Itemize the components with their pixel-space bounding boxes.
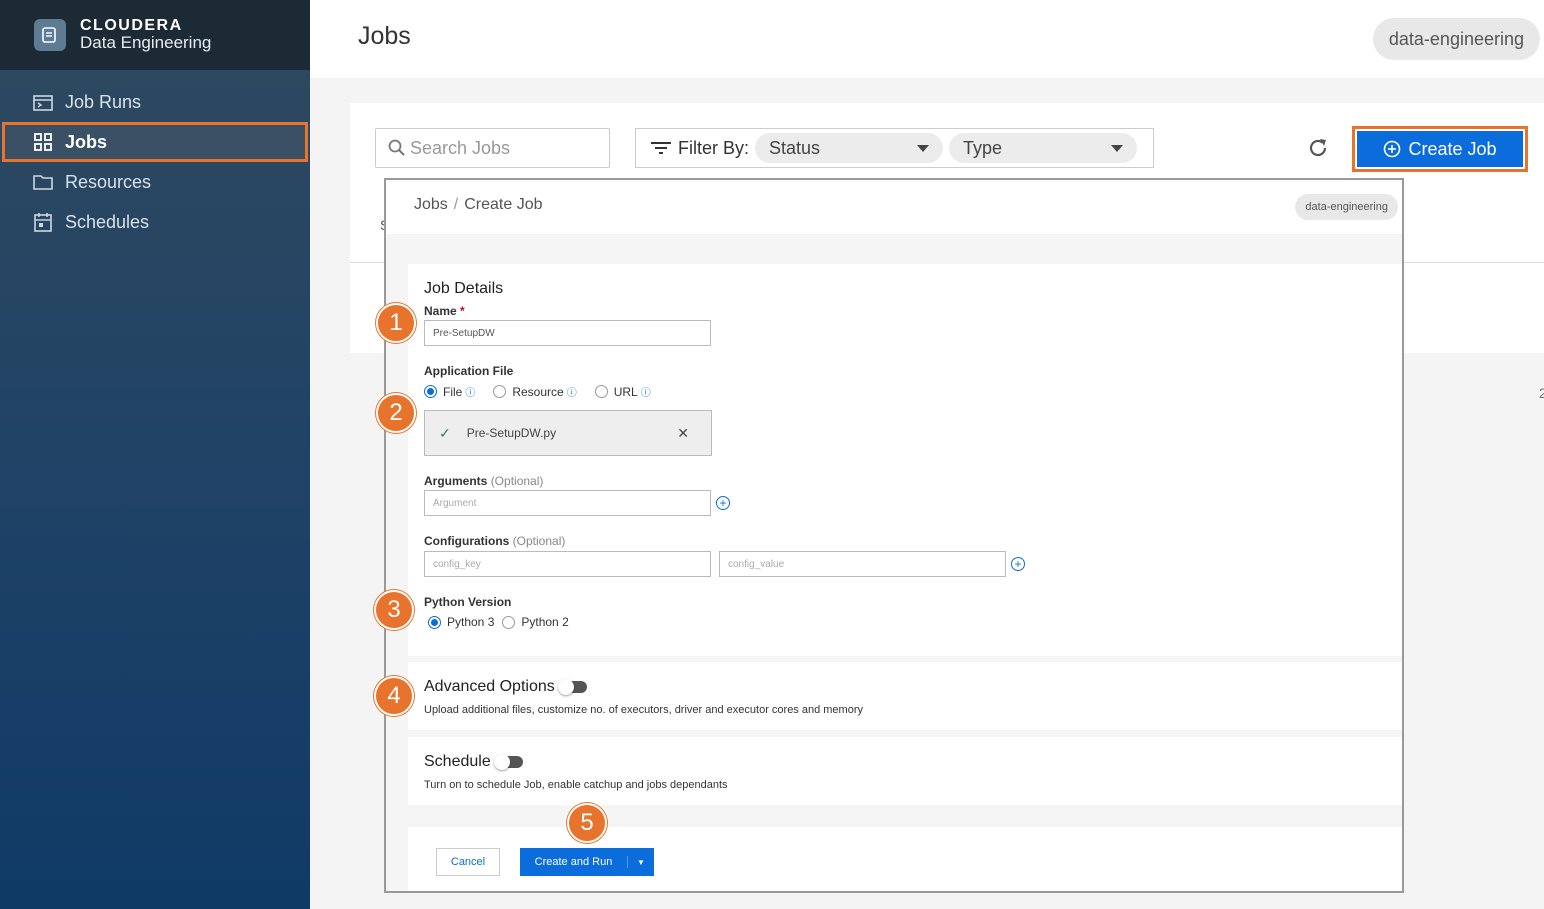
filter-label: Filter By: <box>678 137 750 158</box>
step-marker-5: 5 <box>567 803 607 843</box>
sidebar: CLOUDERA Data Engineering Job Runs Jobs … <box>0 0 310 909</box>
add-argument-icon[interactable]: + <box>716 496 730 510</box>
create-and-run-button[interactable]: Create and Run ▼ <box>520 848 654 876</box>
environment-badge[interactable]: data-engineering <box>1372 18 1540 60</box>
status-filter-dropdown[interactable]: Status <box>755 133 944 163</box>
schedule-toggle[interactable] <box>493 753 523 770</box>
configurations-label: Configurations (Optional) <box>424 534 566 548</box>
breadcrumb-jobs[interactable]: Jobs <box>414 196 448 213</box>
file-radio[interactable]: File ⓘ <box>424 384 475 399</box>
filter-bar: Filter By: Status Type <box>635 128 1154 168</box>
step-marker-4: 4 <box>374 676 414 716</box>
schedule-title: Schedule <box>424 753 523 771</box>
sidebar-item-label: Job Runs <box>65 91 142 112</box>
add-config-icon[interactable]: + <box>1011 557 1025 571</box>
python-version-label: Python Version <box>424 595 512 609</box>
form-actions: Cancel Create and Run ▼ <box>408 827 1402 891</box>
advanced-options-title: Advanced Options <box>424 678 587 696</box>
cancel-button[interactable]: Cancel <box>436 848 500 876</box>
create-and-run-label: Create and Run <box>520 856 628 868</box>
url-radio[interactable]: URL ⓘ <box>594 384 651 399</box>
step-marker-2: 2 <box>376 393 416 433</box>
sidebar-item-jobs[interactable]: Jobs <box>2 122 308 162</box>
info-icon: ⓘ <box>566 388 577 399</box>
info-icon: ⓘ <box>465 388 476 399</box>
status-filter-value: Status <box>769 137 821 158</box>
python-2-radio[interactable]: Python 2 <box>502 615 569 629</box>
sidebar-item-label: Schedules <box>65 211 150 232</box>
sidebar-nav: Job Runs Jobs Resources Schedules <box>0 82 310 242</box>
create-job-label: Create Job <box>1408 138 1497 159</box>
sidebar-item-job-runs[interactable]: Job Runs <box>0 82 310 122</box>
job-runs-icon <box>33 92 53 112</box>
config-key-input[interactable]: config_key <box>424 551 711 577</box>
application-file-label: Application File <box>424 364 514 378</box>
folder-icon <box>33 172 53 192</box>
create-job-button[interactable]: Create Job <box>1352 126 1528 172</box>
page-count-fragment: 2 <box>1539 385 1544 401</box>
brand-name: CLOUDERA <box>80 16 183 34</box>
type-filter-dropdown[interactable]: Type <box>949 133 1138 163</box>
calendar-icon <box>33 212 53 232</box>
chevron-down-icon[interactable]: ▼ <box>628 858 654 867</box>
grid-icon <box>33 132 53 152</box>
name-label: Name * <box>424 304 465 318</box>
name-input[interactable]: Pre-SetupDW <box>424 320 711 346</box>
uploaded-file: ✓ Pre-SetupDW.py ✕ <box>424 410 712 456</box>
cloudera-logo-icon <box>34 19 66 51</box>
type-filter-value: Type <box>963 137 1003 158</box>
search-input[interactable]: Search Jobs <box>375 128 610 168</box>
sidebar-item-label: Jobs <box>65 131 108 152</box>
resource-radio[interactable]: Resource ⓘ <box>493 384 577 399</box>
step-marker-1: 1 <box>376 303 416 343</box>
page-title: Jobs <box>358 22 411 50</box>
create-job-panel: Jobs / Create Job data-engineering Job Det… <box>384 178 1404 893</box>
create-job-header: Jobs / Create Job data-engineering <box>386 180 1402 234</box>
breadcrumb-create-job: Create Job <box>464 196 543 213</box>
sidebar-item-label: Resources <box>65 171 152 192</box>
argument-input[interactable]: Argument <box>424 490 711 516</box>
filter-icon <box>651 142 671 154</box>
brand-header: CLOUDERA Data Engineering <box>0 0 310 70</box>
top-bar: Jobs data-engineering <box>310 0 1544 78</box>
schedule-card: Schedule Turn on to schedule Job, enable… <box>408 737 1402 805</box>
advanced-options-toggle[interactable] <box>557 678 587 695</box>
search-icon <box>388 139 405 156</box>
info-icon: ⓘ <box>640 388 651 399</box>
close-icon[interactable]: ✕ <box>677 425 689 442</box>
sidebar-item-schedules[interactable]: Schedules <box>0 202 310 242</box>
python-version-options: Python 3 Python 2 <box>428 615 587 629</box>
check-icon: ✓ <box>439 424 451 441</box>
file-name: Pre-SetupDW.py <box>466 426 557 440</box>
schedule-description: Turn on to schedule Job, enable catchup … <box>424 779 728 791</box>
chevron-down-icon <box>917 144 930 152</box>
chevron-down-icon <box>1111 144 1124 152</box>
search-placeholder: Search Jobs <box>410 137 511 158</box>
arguments-label: Arguments (Optional) <box>424 474 544 488</box>
advanced-options-card: Advanced Options Upload additional files… <box>408 662 1402 730</box>
python-3-radio[interactable]: Python 3 <box>428 615 494 629</box>
environment-badge: data-engineering <box>1295 194 1398 220</box>
advanced-options-description: Upload additional files, customize no. o… <box>424 704 863 716</box>
sidebar-item-resources[interactable]: Resources <box>0 162 310 202</box>
refresh-icon[interactable] <box>1305 135 1331 161</box>
plus-circle-icon <box>1384 140 1401 158</box>
job-details-title: Job Details <box>424 280 504 297</box>
step-marker-3: 3 <box>374 590 414 630</box>
job-details-card: Job Details Name * Pre-SetupDW Applicati… <box>408 264 1402 656</box>
config-value-input[interactable]: config_value <box>719 551 1006 577</box>
brand-product: Data Engineering <box>80 33 212 53</box>
application-file-options: File ⓘ Resource ⓘ URL ⓘ <box>424 384 669 399</box>
breadcrumb: Jobs / Create Job <box>414 196 543 213</box>
